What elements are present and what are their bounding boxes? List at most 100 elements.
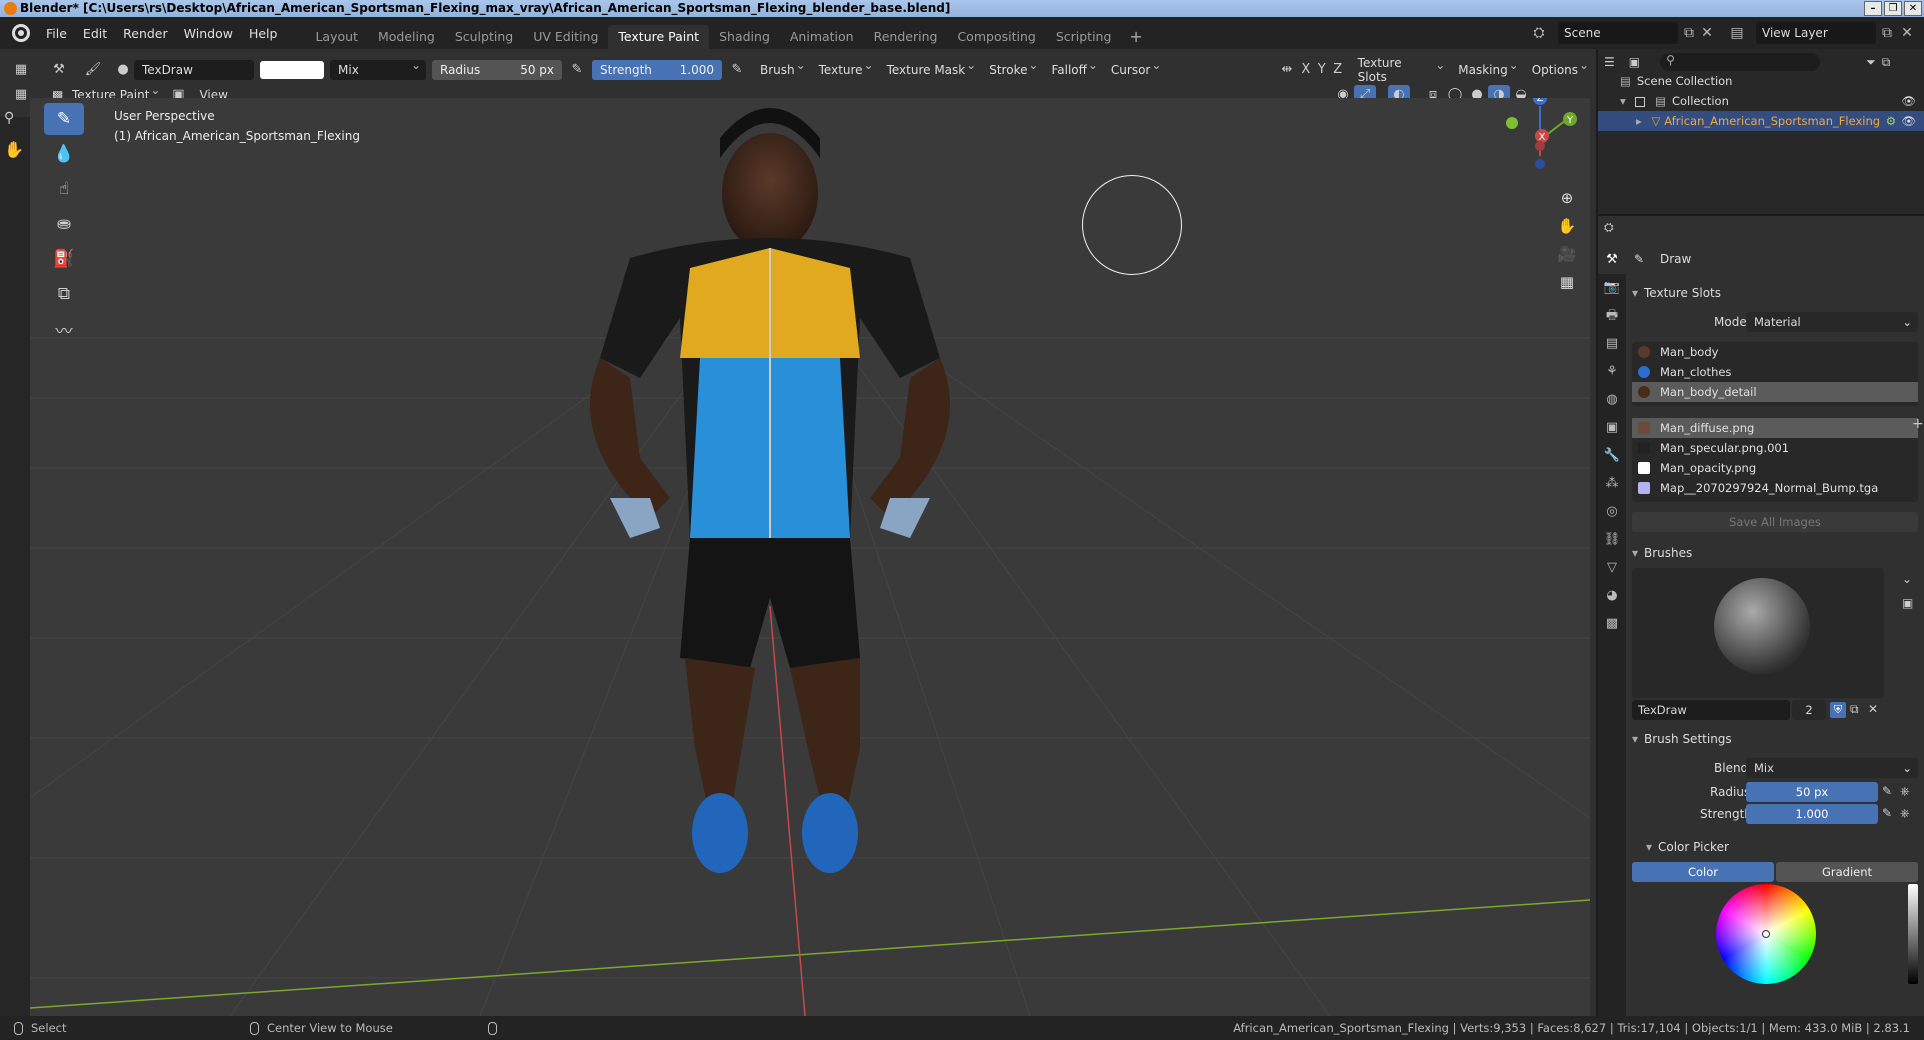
tab-uv-editing[interactable]: UV Editing — [523, 25, 608, 49]
list-item[interactable]: Man_diffuse.png — [1632, 418, 1918, 438]
close-button[interactable]: ✕ — [1904, 1, 1922, 16]
outliner-search-input[interactable]: ⚲ — [1660, 53, 1821, 71]
new-view-layer-icon[interactable]: ⧉ — [1878, 24, 1896, 42]
radius-slider[interactable]: Radius 50 px — [432, 60, 562, 80]
output-properties-tab-icon[interactable]: 🖶 — [1598, 302, 1626, 330]
strength-unit-icon[interactable]: ⎈ — [1900, 806, 1910, 821]
ortho-toggle-icon[interactable]: ▦ — [1555, 270, 1579, 294]
new-scene-icon[interactable]: ⧉ — [1680, 24, 1698, 42]
menu-help[interactable]: Help — [241, 26, 286, 41]
tool-properties-tab-icon[interactable]: ⚒ — [1598, 246, 1626, 274]
render-properties-tab-icon[interactable]: 📷 — [1598, 274, 1626, 302]
save-all-images-button[interactable]: Save All Images — [1632, 512, 1918, 532]
scene-tab-icon[interactable]: ⚘ — [1598, 358, 1626, 386]
3d-viewport[interactable]: Z Y X User Perspective (1) African_Ameri… — [30, 98, 1590, 1016]
tab-sculpting[interactable]: Sculpting — [445, 25, 523, 49]
remove-scene-icon[interactable]: ✕ — [1698, 24, 1716, 42]
add-workspace-button[interactable]: + — [1121, 25, 1150, 49]
minimize-button[interactable]: – — [1864, 1, 1882, 16]
texture-mask-menu[interactable]: Texture Mask — [880, 58, 980, 80]
masking-menu[interactable]: Masking — [1452, 58, 1522, 80]
particles-tab-icon[interactable]: ⁂ — [1598, 470, 1626, 498]
strength-field[interactable]: 1.000 — [1746, 804, 1878, 824]
display-mode-icon[interactable]: ▣ — [1629, 55, 1640, 69]
world-tab-icon[interactable]: ◍ — [1598, 386, 1626, 414]
value-slider[interactable] — [1908, 884, 1918, 984]
radius-pressure-icon[interactable]: ✎ — [566, 60, 588, 80]
physics-tab-icon[interactable]: ◎ — [1598, 498, 1626, 526]
brush-menu[interactable]: Brush — [754, 58, 809, 80]
view-search-icon[interactable]: ⚲ — [4, 110, 14, 126]
view-layer-icon[interactable]: ▤ — [1728, 24, 1746, 42]
list-item[interactable]: Map__2070297924_Normal_Bump.tga — [1632, 478, 1918, 498]
collapse-arrow-icon[interactable]: ▸ — [1636, 114, 1642, 128]
strength-slider[interactable]: Strength 1.000 — [592, 60, 722, 80]
tab-modeling[interactable]: Modeling — [368, 25, 445, 49]
fake-user-shield-icon[interactable]: ⛨ — [1830, 702, 1846, 718]
remove-view-layer-icon[interactable]: ✕ — [1898, 24, 1916, 42]
annotate-tool-icon[interactable]: 〰 — [44, 316, 84, 348]
material-tab-icon[interactable]: ◕ — [1598, 582, 1626, 610]
outliner-object-row[interactable]: ▸ ▽ African_American_Sportsman_Flexing ⚙ … — [1598, 111, 1924, 131]
brushes-header[interactable]: Brushes — [1628, 542, 1924, 564]
object-tab-icon[interactable]: ▣ — [1598, 414, 1626, 442]
pan-icon[interactable]: ✋ — [1555, 214, 1579, 238]
brush-color-swatch[interactable] — [260, 61, 324, 79]
brush-preview[interactable] — [1632, 568, 1884, 698]
brush-menu-chevron-icon[interactable]: ⌄ — [1902, 572, 1912, 586]
color-wheel-cursor[interactable] — [1762, 930, 1770, 938]
brush-name-input[interactable]: TexDraw — [1632, 700, 1790, 720]
view-layer-selector[interactable]: View Layer — [1756, 22, 1876, 44]
falloff-menu[interactable]: Falloff — [1045, 58, 1101, 80]
modifier-tab-icon[interactable]: 🔧 — [1598, 442, 1626, 470]
texture-tab-icon[interactable]: ▩ — [1598, 610, 1626, 638]
color-tab[interactable]: Color — [1632, 862, 1774, 882]
object-visibility-eye-icon[interactable]: 👁 — [1901, 111, 1916, 131]
tab-animation[interactable]: Animation — [780, 25, 864, 49]
clone-tool-icon[interactable]: ⛂ — [44, 208, 84, 240]
unlink-brush-icon[interactable]: ✕ — [1868, 702, 1878, 716]
smear-tool-icon[interactable]: ☝ — [44, 173, 84, 205]
list-item[interactable]: Man_body — [1632, 342, 1918, 362]
menu-edit[interactable]: Edit — [75, 26, 115, 41]
properties-editor-icon[interactable]: ⛭ — [1604, 220, 1614, 235]
editor-type-icon[interactable]: ▦ — [10, 60, 32, 80]
strength-pen-pressure-icon[interactable]: ✎ — [1882, 806, 1892, 820]
constraints-tab-icon[interactable]: ⛓ — [1598, 526, 1626, 554]
mirror-y-toggle[interactable]: Y — [1314, 60, 1330, 80]
list-item[interactable]: Man_specular.png.001 — [1632, 438, 1918, 458]
menu-file[interactable]: File — [38, 26, 75, 41]
color-picker-header[interactable]: Color Picker — [1642, 836, 1922, 858]
list-item[interactable]: Man_opacity.png — [1632, 458, 1918, 478]
tool-settings-icon[interactable]: ⚒ — [48, 60, 70, 80]
add-slot-button[interactable]: + — [1912, 416, 1924, 432]
brush-settings-header[interactable]: Brush Settings — [1628, 728, 1924, 750]
tab-shading[interactable]: Shading — [709, 25, 780, 49]
view-layer-tab-icon[interactable]: ▤ — [1598, 330, 1626, 358]
tab-texture-paint[interactable]: Texture Paint — [608, 25, 710, 49]
soften-tool-icon[interactable]: 💧 — [44, 138, 84, 170]
collection-checkbox[interactable] — [1635, 96, 1646, 107]
maximize-button[interactable]: ❐ — [1884, 1, 1902, 16]
outliner-scene-collection[interactable]: ▤ Scene Collection — [1598, 71, 1924, 91]
blend-dropdown[interactable]: Mix ⌄ — [1746, 758, 1918, 778]
draw-tool-icon[interactable]: ✎ — [44, 103, 84, 135]
filter-icon[interactable]: ⏷ — [1866, 55, 1876, 70]
mode-dropdown[interactable]: Material ⌄ — [1746, 312, 1918, 332]
texture-slots-header[interactable]: Texture Slots — [1628, 282, 1924, 304]
gradient-tab[interactable]: Gradient — [1776, 862, 1918, 882]
zoom-icon[interactable]: ⊕ — [1555, 186, 1579, 210]
texture-menu[interactable]: Texture — [812, 58, 877, 80]
options-menu[interactable]: Options — [1525, 58, 1593, 80]
expand-arrow-icon[interactable]: ▾ — [1620, 94, 1626, 108]
new-collection-icon[interactable]: ⧉ — [1882, 55, 1891, 70]
radius-pen-pressure-icon[interactable]: ✎ — [1882, 784, 1892, 798]
object-data-tab-icon[interactable]: ▽ — [1598, 554, 1626, 582]
camera-view-icon[interactable]: 🎥 — [1555, 242, 1579, 266]
duplicate-brush-icon[interactable]: ⧉ — [1850, 702, 1859, 717]
radius-field[interactable]: 50 px — [1746, 782, 1878, 802]
outliner-collection[interactable]: ▾ ▤ Collection 👁 — [1598, 91, 1924, 111]
stroke-menu[interactable]: Stroke — [983, 58, 1042, 80]
tab-rendering[interactable]: Rendering — [864, 25, 948, 49]
cursor-menu[interactable]: Cursor — [1104, 58, 1165, 80]
